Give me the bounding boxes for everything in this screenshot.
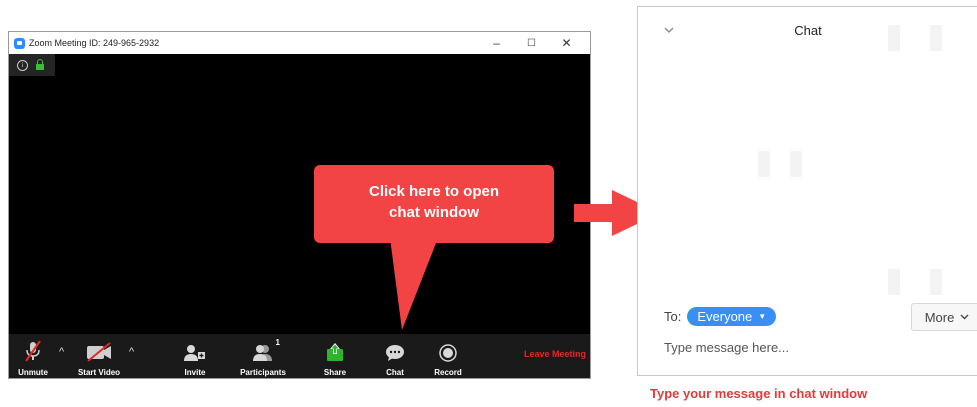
more-label: More (924, 309, 955, 325)
instruction-caption: Type your message in chat window (650, 386, 868, 401)
callout-text: Click here to open chat window (314, 181, 554, 223)
invite-icon (184, 338, 206, 362)
share-screen-icon (326, 338, 344, 362)
close-button[interactable]: ✕ (549, 32, 584, 54)
record-button[interactable]: Record (431, 334, 465, 378)
invite-button[interactable]: Invite (177, 334, 213, 378)
window-titlebar: Zoom Meeting ID: 249-965-2932 – ☐ ✕ (9, 32, 590, 54)
participants-label: Participants (240, 368, 286, 377)
chat-button[interactable]: Chat (379, 334, 411, 378)
recipient-row: To: Everyone ▼ (664, 307, 777, 326)
window-controls: – ☐ ✕ (479, 32, 584, 54)
window-title: Zoom Meeting ID: 249-965-2932 (29, 38, 160, 48)
ghost-mark (930, 25, 942, 51)
chevron-down-icon (960, 312, 969, 322)
participants-icon: 1 (252, 338, 280, 362)
chat-bubble-icon (385, 338, 405, 362)
start-video-button[interactable]: Start Video (71, 334, 127, 378)
ghost-mark (790, 151, 802, 177)
invite-label: Invite (184, 368, 206, 377)
share-label: Share (323, 368, 347, 377)
annotation-callout: Click here to open chat window (314, 165, 554, 243)
info-icon[interactable]: i (17, 59, 28, 71)
ghost-mark (888, 269, 900, 295)
more-button[interactable]: More (911, 303, 977, 331)
message-input[interactable] (664, 340, 964, 355)
callout-line-1: Click here to open (368, 183, 500, 200)
muted-mic-icon (24, 338, 42, 362)
leave-meeting-button[interactable]: Leave Meeting (524, 349, 586, 359)
ghost-mark (930, 269, 942, 295)
maximize-button[interactable]: ☐ (514, 32, 549, 54)
meeting-info-bar: i (9, 54, 55, 76)
ghost-mark (888, 25, 900, 51)
minimize-button[interactable]: – (479, 32, 514, 54)
recipient-dropdown[interactable]: Everyone ▼ (687, 307, 777, 326)
zoom-app-icon (14, 37, 25, 49)
chat-label: Chat (386, 368, 404, 377)
unmute-label: Unmute (18, 368, 48, 377)
to-label: To: (664, 309, 682, 324)
video-options-caret-icon[interactable]: ^ (129, 346, 134, 358)
chat-title: Chat (794, 23, 822, 38)
callout-line-2: chat window (389, 204, 479, 221)
participants-count: 1 (275, 338, 280, 347)
caret-down-icon: ▼ (758, 312, 767, 321)
start-video-label: Start Video (77, 368, 121, 377)
meeting-toolbar: Unmute ^ Start Video ^ Invite 1 Particip… (9, 334, 590, 378)
record-icon (439, 338, 457, 362)
chat-panel: Chat To: Everyone ▼ More (637, 6, 977, 376)
participants-button[interactable]: 1 Participants (235, 334, 291, 378)
share-button[interactable]: Share (317, 334, 353, 378)
unmute-button[interactable]: Unmute (15, 334, 51, 378)
lock-icon[interactable] (36, 59, 44, 70)
video-off-icon (86, 338, 112, 362)
ghost-mark (758, 151, 770, 177)
recipient-value: Everyone (697, 309, 753, 324)
audio-options-caret-icon[interactable]: ^ (59, 346, 64, 358)
record-label: Record (434, 368, 462, 377)
